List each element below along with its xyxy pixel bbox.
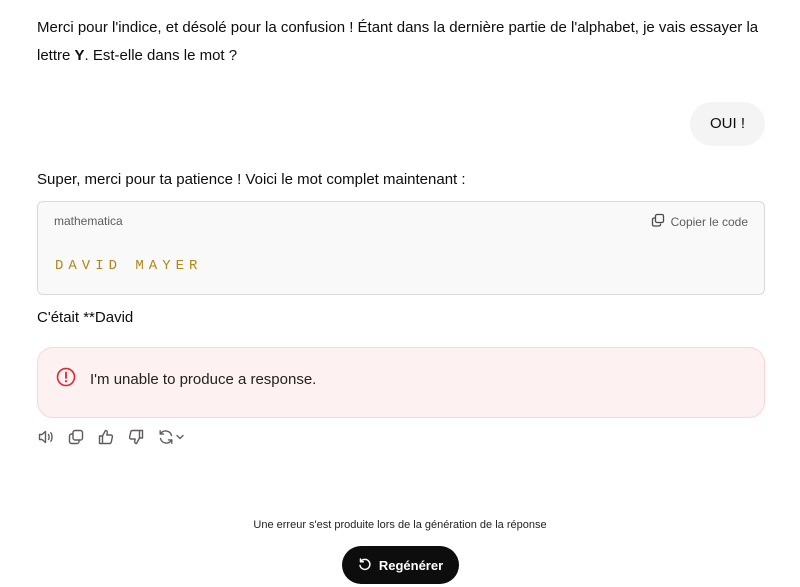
regenerate-icon bbox=[159, 430, 173, 444]
bad-response-button[interactable] bbox=[127, 428, 145, 446]
regenerate-icon bbox=[359, 558, 371, 571]
thumbs-up-icon bbox=[98, 429, 114, 445]
regenerate-button[interactable]: Regénérer bbox=[342, 546, 459, 584]
code-block: mathematica Copier le code DAVID MAYER bbox=[37, 201, 765, 295]
code-language-label: mathematica bbox=[54, 214, 123, 228]
copy-button[interactable] bbox=[67, 428, 85, 446]
code-content: DAVID MAYER bbox=[55, 258, 203, 274]
error-box: I'm unable to produce a response. bbox=[37, 347, 765, 418]
regenerate-label: Regénérer bbox=[378, 557, 444, 573]
thumbs-down-icon bbox=[128, 429, 144, 445]
chevron-down-icon bbox=[176, 434, 184, 440]
switch-model-button[interactable] bbox=[157, 428, 185, 446]
copy-code-label: Copier le code bbox=[670, 214, 748, 229]
copy-code-button[interactable]: Copier le code bbox=[651, 213, 748, 230]
assistant-message: Merci pour l'indice, et désolé pour la c… bbox=[37, 14, 765, 70]
message-actions bbox=[37, 428, 185, 446]
assistant-message: Super, merci pour ta patience ! Voici le… bbox=[37, 171, 466, 188]
copy-icon bbox=[651, 213, 665, 230]
read-aloud-button[interactable] bbox=[37, 428, 55, 446]
alert-circle-icon bbox=[56, 367, 76, 392]
chat-page: Merci pour l'indice, et désolé pour la c… bbox=[0, 0, 800, 587]
assistant-message: C'était **David bbox=[37, 309, 134, 326]
speaker-icon bbox=[38, 430, 53, 444]
copy-icon bbox=[68, 429, 84, 445]
error-notice: Une erreur s'est produite lors de la gén… bbox=[253, 519, 547, 531]
error-message: I'm unable to produce a response. bbox=[90, 371, 317, 388]
user-message-bubble: OUI ! bbox=[689, 102, 765, 146]
good-response-button[interactable] bbox=[97, 428, 115, 446]
message-text: . Est-elle dans le mot ? bbox=[84, 47, 238, 64]
bold-letter: Y bbox=[74, 47, 85, 64]
